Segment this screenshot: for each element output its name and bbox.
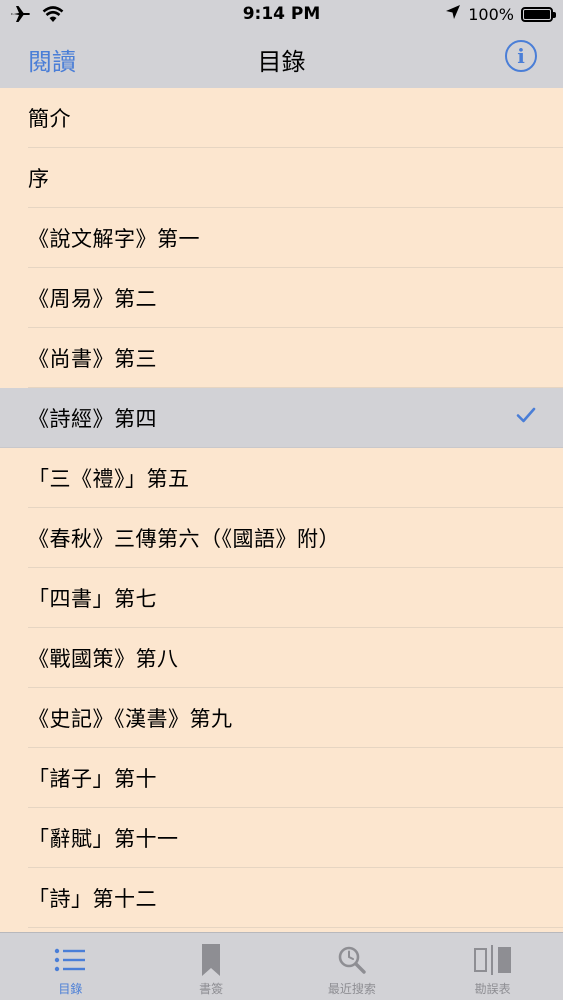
list-item-label: 「諸子」第十	[28, 767, 157, 791]
tab-list[interactable]: 目錄	[0, 933, 141, 1000]
list-item-label: 《詩經》第四	[28, 407, 157, 431]
status-right: 100%	[445, 4, 556, 24]
list-item[interactable]: 《戰國策》第八	[0, 628, 563, 688]
list-item[interactable]: 《春秋》三傳第六（《國語》附）	[0, 508, 563, 568]
list-item-label: 「辭賦」第十一	[28, 827, 179, 851]
list-item[interactable]: 「詩」第十二	[0, 868, 563, 928]
list-icon	[54, 941, 86, 979]
info-icon[interactable]: i	[505, 40, 537, 72]
bookmark-icon	[201, 941, 221, 979]
tab-bar: 目錄 書簽 最近搜索 勘誤表	[0, 932, 563, 1000]
tab-compare[interactable]: 勘誤表	[422, 933, 563, 1000]
tab-label: 最近搜索	[327, 982, 376, 996]
list-item[interactable]: 《周易》第二	[0, 268, 563, 328]
list-item[interactable]: 《史記》《漢書》第九	[0, 688, 563, 748]
list-item[interactable]: 簡介	[0, 88, 563, 148]
list-item-label: 《史記》《漢書》第九	[28, 707, 233, 731]
list-item-label: 《尚書》第三	[28, 347, 157, 371]
screen: 9:14 PM 100% 閱讀 目錄 i 簡介序《說文解字》第一 《周易》第二 《尚…	[0, 0, 563, 1000]
battery-percent: 100%	[468, 4, 514, 24]
list-item[interactable]: 《詩經》第四	[0, 388, 563, 448]
checkmark-icon	[515, 404, 537, 426]
tab-label: 勘誤表	[474, 982, 511, 996]
table-of-contents: 簡介序《說文解字》第一 《周易》第二 《尚書》第三 《詩經》第四「三《禮》」第五《春秋…	[0, 88, 563, 932]
list-item[interactable]: 「三《禮》」第五	[0, 448, 563, 508]
list-item-label: 序	[28, 167, 50, 191]
list-item-label: 「三《禮》」第五	[28, 467, 190, 491]
list-item-label: 《說文解字》第一	[28, 227, 200, 251]
list-item-label: 「四書」第七	[28, 587, 157, 611]
nav-bar: 閱讀 目錄 i	[0, 30, 563, 88]
list-item[interactable]: 「諸子」第十	[0, 748, 563, 808]
location-arrow-icon	[445, 4, 461, 24]
tab-bookmark[interactable]: 書簽	[141, 933, 282, 1000]
compare-icon	[473, 941, 513, 979]
list-item-label: 《春秋》三傳第六（《國語》附）	[28, 527, 340, 551]
tab-search[interactable]: 最近搜索	[282, 933, 423, 1000]
list-item-label: 《周易》第二	[28, 287, 157, 311]
page-title: 目錄	[257, 48, 306, 76]
battery-icon	[521, 6, 556, 22]
list-item-label: 「詩」第十二	[28, 887, 157, 911]
status-bar: 9:14 PM 100%	[0, 0, 563, 30]
list-item[interactable]: 《尚書》第三	[0, 328, 563, 388]
list-item[interactable]: 「四書」第七	[0, 568, 563, 628]
search-icon	[337, 941, 367, 979]
tab-label: 目錄	[58, 982, 83, 996]
list-item[interactable]: 序	[0, 148, 563, 208]
tab-label: 書簽	[199, 982, 224, 996]
list-item-label: 《戰國策》第八	[28, 647, 179, 671]
list-item-label: 簡介	[28, 107, 71, 131]
list-item[interactable]: 《說文解字》第一	[0, 208, 563, 268]
list-item[interactable]: 「辭賦」第十一	[0, 808, 563, 868]
